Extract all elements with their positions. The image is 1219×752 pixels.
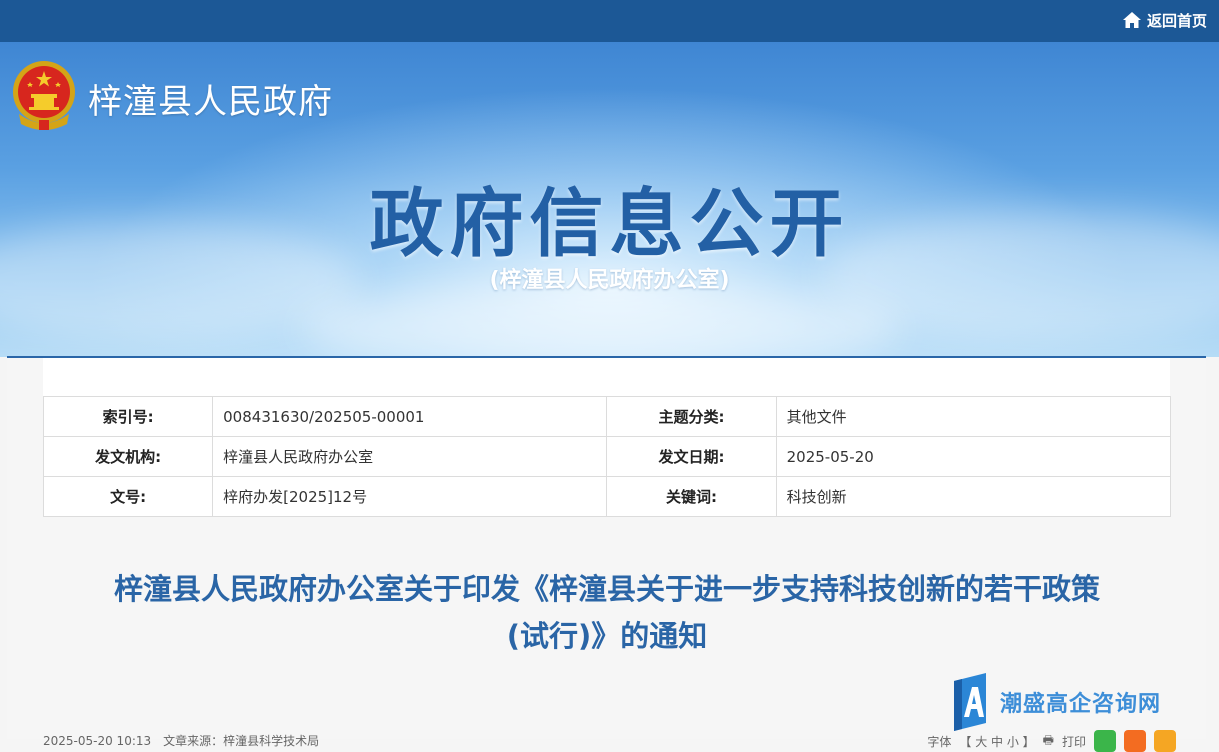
meta-label: 发文机构: — [42, 436, 214, 477]
watermark: 潮盛高企咨询网 — [950, 673, 1161, 731]
meta-value: 梓潼县人民政府办公室 — [212, 436, 608, 477]
document-title-line: (试行)》的通知 — [506, 619, 708, 653]
home-link[interactable]: 返回首页 — [1122, 9, 1207, 31]
table-row: 文号: 梓府办发[2025]12号 关键词: 科技创新 — [42, 476, 1172, 517]
qzone-share-icon[interactable] — [1154, 730, 1176, 752]
font-size-switch[interactable]: 【 大 中 小 】 — [959, 733, 1034, 750]
site-name: 梓潼县人民政府 — [88, 82, 333, 122]
content-top-strip — [43, 358, 1170, 396]
printer-icon[interactable]: 🖶 — [1043, 731, 1054, 752]
meta-value: 梓府办发[2025]12号 — [212, 476, 608, 517]
top-bar: 返回首页 — [0, 0, 1219, 42]
national-emblem-icon — [13, 61, 75, 130]
table-row: 发文机构: 梓潼县人民政府办公室 发文日期: 2025-05-20 — [42, 436, 1172, 477]
meta-value: 其他文件 — [775, 396, 1172, 437]
meta-label: 关键词: — [606, 476, 777, 517]
article-tools: 字体 【 大 中 小 】 🖶 打印 — [927, 730, 1176, 752]
article-info: 2025-05-20 10:13 文章来源：梓潼县科学技术局 — [43, 734, 320, 748]
meta-label: 主题分类: — [606, 396, 777, 437]
page-title: 政府信息公开 — [369, 181, 850, 267]
meta-label: 发文日期: — [606, 436, 777, 477]
home-link-label: 返回首页 — [1146, 11, 1207, 30]
document-title: 梓潼县人民政府办公室关于印发《梓潼县关于进一步支持科技创新的若干政策 (试行)》… — [43, 566, 1171, 660]
print-link[interactable]: 打印 — [1062, 733, 1086, 750]
watermark-logo-icon — [954, 673, 986, 731]
header-banner: 梓潼县人民政府 政府信息公开 (梓潼县人民政府办公室) — [0, 42, 1219, 357]
table-row: 索引号: 008431630/202505-00001 主题分类: 其他文件 — [42, 396, 1172, 437]
page-subtitle: (梓潼县人民政府办公室) — [489, 268, 730, 293]
home-icon — [1122, 12, 1141, 28]
font-size-label: 字体 — [927, 734, 952, 749]
meta-value: 科技创新 — [775, 476, 1172, 517]
weibo-share-icon[interactable] — [1124, 730, 1146, 752]
document-meta-table: 索引号: 008431630/202505-00001 主题分类: 其他文件 发… — [42, 396, 1172, 517]
wechat-share-icon[interactable] — [1094, 730, 1116, 752]
watermark-text: 潮盛高企咨询网 — [1000, 691, 1162, 717]
document-title-line: 梓潼县人民政府办公室关于印发《梓潼县关于进一步支持科技创新的若干政策 — [113, 572, 1100, 606]
meta-value: 008431630/202505-00001 — [212, 396, 608, 437]
meta-label: 文号: — [42, 476, 214, 517]
meta-value: 2025-05-20 — [775, 436, 1172, 477]
meta-label: 索引号: — [42, 396, 214, 437]
